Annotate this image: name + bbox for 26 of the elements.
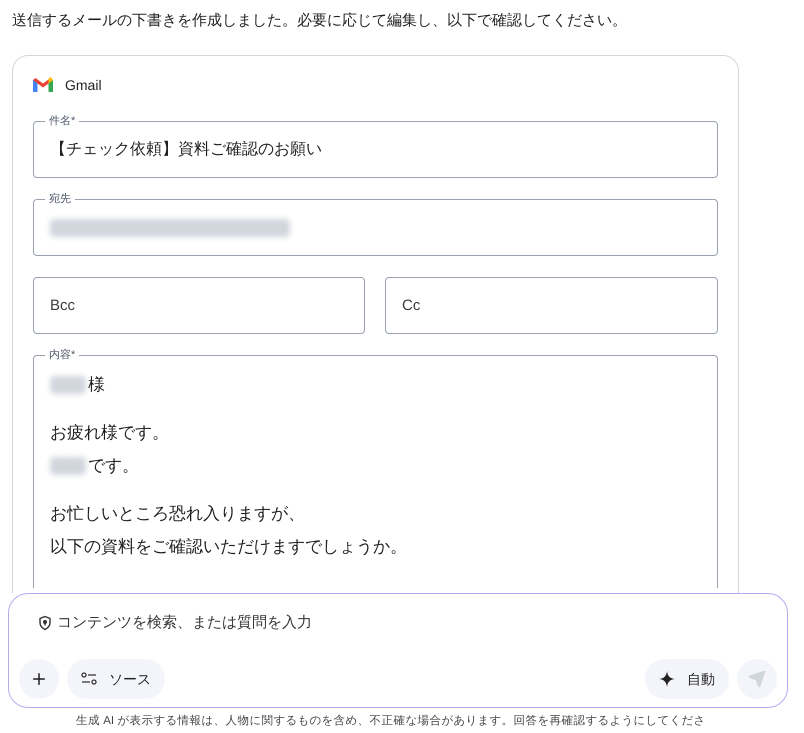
field-label: 宛先 — [45, 192, 75, 206]
cc-field[interactable]: Cc — [385, 277, 718, 334]
body-text: お忙しいところ恐れ入りますが、 — [50, 502, 305, 524]
bcc-field[interactable]: Bcc — [33, 277, 365, 334]
body-text: です。 — [88, 455, 139, 477]
add-button[interactable] — [19, 659, 59, 699]
subject-value: 【チェック依頼】資料ご確認のお願い — [50, 140, 322, 160]
gmail-logo-icon — [33, 77, 53, 93]
redacted-text — [50, 456, 86, 475]
shield-icon — [37, 615, 53, 632]
send-icon — [748, 670, 766, 688]
field-label: 件名* — [45, 114, 80, 128]
sliders-icon — [81, 672, 97, 686]
mode-button[interactable]: 自動 — [645, 659, 729, 699]
plus-icon — [30, 670, 48, 688]
redacted-text — [50, 376, 86, 394]
body-text: 様 — [88, 374, 105, 396]
sparkle-icon — [659, 671, 675, 687]
body-text: 以下の資料をご確認いただけますでしょうか。 — [50, 536, 407, 558]
app-name: Gmail — [65, 76, 102, 94]
prompt-input[interactable]: コンテンツを検索、または質問を入力 — [57, 612, 777, 634]
source-button[interactable]: ソース — [67, 659, 165, 699]
field-label: 内容* — [45, 348, 80, 362]
intro-text: 送信するメールの下書きを作成しました。必要に応じて編集し、以下で確認してください。 — [12, 11, 627, 31]
disclaimer-text: 生成 AI が表示する情報は、人物に関するものを含め、不正確な場合があります。回答を再確認するようにしてくださ — [76, 714, 706, 729]
body-text: お疲れ様です。 — [50, 422, 169, 444]
